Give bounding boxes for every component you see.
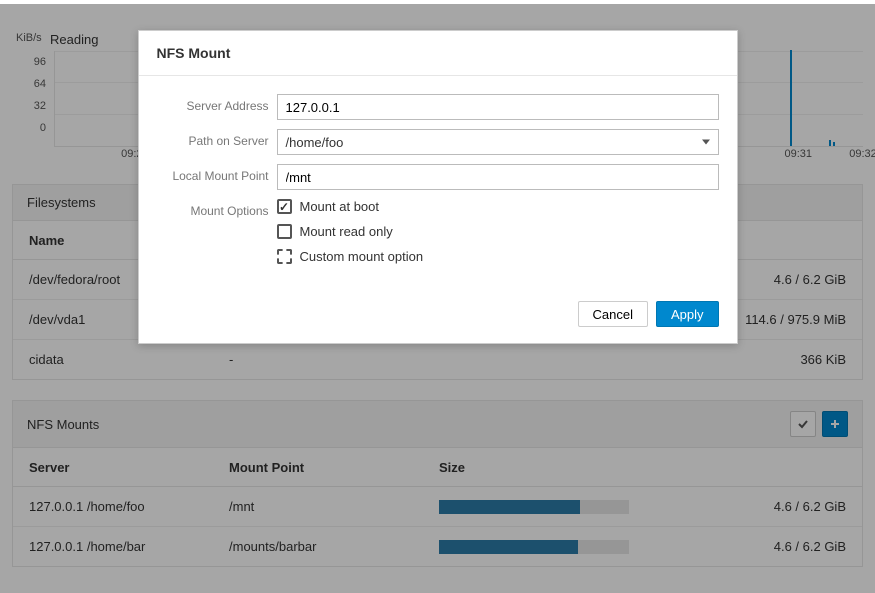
label-path: Path on Server [157, 129, 269, 148]
nfs-mount-dialog: NFS Mount Server Address Path on Server … [138, 30, 738, 344]
mount-at-boot-option[interactable]: Mount at boot [277, 199, 719, 214]
label-mountpoint: Local Mount Point [157, 164, 269, 183]
checkbox-icon [277, 249, 292, 264]
custom-mount-option[interactable]: Custom mount option [277, 249, 719, 264]
mount-read-only-option[interactable]: Mount read only [277, 224, 719, 239]
label-mount-options: Mount Options [157, 199, 269, 218]
apply-button[interactable]: Apply [656, 301, 719, 327]
cancel-button[interactable]: Cancel [578, 301, 648, 327]
path-on-server-select[interactable]: /home/foo [277, 129, 719, 155]
server-address-input[interactable] [277, 94, 719, 120]
local-mount-point-input[interactable] [277, 164, 719, 190]
modal-overlay[interactable]: NFS Mount Server Address Path on Server … [0, 4, 875, 593]
dialog-title: NFS Mount [157, 45, 719, 61]
checkbox-icon [277, 199, 292, 214]
checkbox-icon [277, 224, 292, 239]
label-server-address: Server Address [157, 94, 269, 113]
chevron-down-icon [702, 140, 710, 145]
